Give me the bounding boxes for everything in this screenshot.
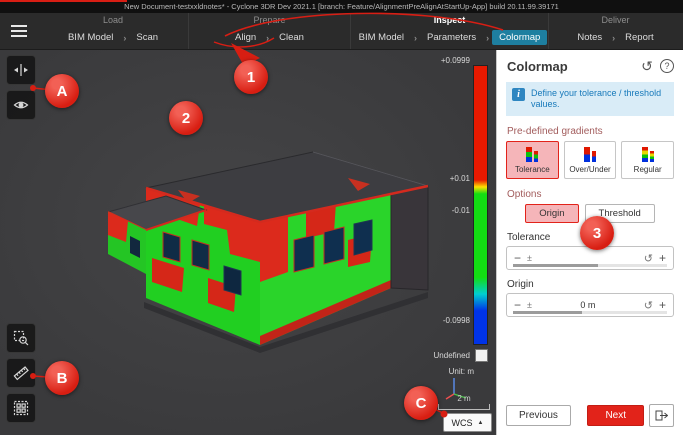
info-box: i Define your tolerance / threshold valu…: [506, 82, 674, 116]
group-label-prepare: Prepare: [189, 15, 350, 26]
zoom-region-icon: [13, 330, 29, 346]
tolerance-slider[interactable]: − ± ↺ +: [506, 246, 674, 270]
plus-icon[interactable]: +: [657, 252, 668, 264]
mode-origin-button[interactable]: Origin: [525, 204, 578, 223]
colorbar-min-label: -0.0998: [443, 316, 470, 325]
step-report[interactable]: Report: [618, 30, 661, 45]
group-label-load: Load: [38, 15, 188, 26]
minus-icon[interactable]: −: [512, 299, 523, 311]
chevron-icon: ›: [265, 33, 270, 43]
eye-icon: [13, 97, 29, 113]
gradient-option-tolerance[interactable]: Tolerance: [506, 141, 559, 179]
minus-icon[interactable]: −: [512, 252, 523, 264]
undefined-swatch: [475, 349, 488, 362]
step-bim-model-load[interactable]: BIM Model: [61, 30, 120, 45]
colorbar-lower-tolerance-label: -0.01: [452, 206, 470, 215]
chevron-icon: ›: [611, 33, 616, 43]
scale-bar-line: [438, 404, 490, 410]
chevron-icon: ›: [485, 33, 490, 43]
regular-gradient-icon: [642, 147, 654, 162]
group-label-inspect: Inspect: [351, 15, 548, 26]
chevron-icon: ›: [122, 33, 127, 43]
step-scan[interactable]: Scan: [129, 30, 165, 45]
info-icon: i: [512, 88, 525, 101]
grid-icon: [13, 400, 29, 416]
title-bar: New Document-testxxldnotes* - Cyclone 3D…: [0, 0, 683, 13]
history-icon[interactable]: ↺: [639, 58, 655, 74]
step-align[interactable]: Align: [228, 30, 263, 45]
ribbon-group-prepare: Prepare Align › Clean: [188, 13, 350, 49]
align-views-icon: [13, 62, 29, 78]
step-parameters[interactable]: Parameters: [420, 30, 483, 45]
scale-bar-label: 2 m: [457, 394, 470, 403]
tolerance-label: Tolerance: [507, 232, 673, 243]
measure-icon: [13, 365, 29, 381]
colormap-panel: Colormap ↺ ? i Define your tolerance / t…: [496, 50, 683, 435]
gradient-option-over-under[interactable]: Over/Under: [564, 141, 617, 179]
gradient-options: Tolerance Over/Under Regular: [506, 141, 674, 179]
export-icon[interactable]: [649, 404, 674, 427]
step-bim-model-inspect[interactable]: BIM Model: [352, 30, 411, 45]
origin-value: 0 m: [536, 300, 640, 310]
wcs-label: WCS: [452, 418, 473, 428]
house-model: [108, 140, 443, 355]
slider-track[interactable]: [513, 311, 667, 314]
hamburger-menu-icon[interactable]: [0, 13, 38, 49]
colorbar-max-label: +0.0999: [441, 56, 470, 65]
workflow-ribbon: Load BIM Model › Scan Prepare Align › Cl…: [0, 13, 683, 50]
ribbon-group-load: Load BIM Model › Scan: [38, 13, 188, 49]
window-title: New Document-testxxldnotes* - Cyclone 3D…: [124, 2, 559, 11]
step-colormap[interactable]: Colormap: [492, 30, 547, 45]
group-label-deliver: Deliver: [549, 15, 682, 26]
app-window: New Document-testxxldnotes* - Cyclone 3D…: [0, 0, 683, 435]
scale-bar: 2 m: [438, 394, 490, 410]
reset-icon[interactable]: ↺: [644, 299, 653, 312]
gradient-option-label: Tolerance: [515, 165, 550, 174]
chevron-icon: ›: [413, 33, 418, 43]
gradient-option-label: Over/Under: [569, 165, 610, 174]
panel-title: Colormap: [507, 59, 634, 74]
reset-icon[interactable]: ↺: [644, 252, 653, 265]
gradients-section-label: Pre-defined gradients: [507, 126, 673, 137]
panel-header: Colormap ↺ ?: [497, 50, 683, 80]
tolerance-gradient-icon: [526, 147, 538, 162]
origin-slider[interactable]: − ± 0 m ↺ +: [506, 293, 674, 317]
plus-minus-icon[interactable]: ±: [527, 253, 532, 263]
gradient-option-label: Regular: [634, 165, 662, 174]
previous-button[interactable]: Previous: [506, 405, 571, 426]
align-views-button[interactable]: [6, 55, 36, 85]
grid-button[interactable]: [6, 393, 36, 423]
help-icon[interactable]: ?: [660, 59, 674, 73]
over-under-gradient-icon: [584, 147, 596, 162]
colorbar-scale[interactable]: [473, 65, 488, 345]
zoom-region-button[interactable]: [6, 323, 36, 353]
slider-track[interactable]: [513, 264, 667, 267]
colorbar-upper-tolerance-label: +0.01: [450, 174, 470, 183]
options-section-label: Options: [507, 189, 673, 200]
next-button[interactable]: Next: [587, 405, 644, 426]
plus-icon[interactable]: +: [657, 299, 668, 311]
up-arrow-icon: ▲: [478, 420, 484, 426]
plus-minus-icon[interactable]: ±: [527, 300, 532, 310]
step-notes[interactable]: Notes: [570, 30, 609, 45]
measure-button[interactable]: [6, 358, 36, 388]
panel-footer: Previous Next: [497, 396, 683, 435]
info-text: Define your tolerance / threshold values…: [531, 88, 668, 110]
colorbar-undefined-row: Undefined: [434, 349, 488, 362]
origin-label: Origin: [507, 279, 673, 290]
gradient-option-regular[interactable]: Regular: [621, 141, 674, 179]
mode-threshold-button[interactable]: Threshold: [585, 204, 655, 223]
visibility-button[interactable]: [6, 90, 36, 120]
ribbon-group-inspect: Inspect BIM Model › Parameters › Colorma…: [350, 13, 548, 49]
undefined-label: Undefined: [434, 351, 470, 360]
step-clean[interactable]: Clean: [272, 30, 311, 45]
wcs-dropdown[interactable]: WCS ▲: [443, 413, 492, 432]
ribbon-group-deliver: Deliver Notes › Report: [548, 13, 682, 49]
mode-toggle: Origin Threshold: [507, 204, 673, 223]
viewport-3d[interactable]: +0.0999 +0.01 -0.01 -0.0998 Undefined Un…: [0, 50, 496, 435]
